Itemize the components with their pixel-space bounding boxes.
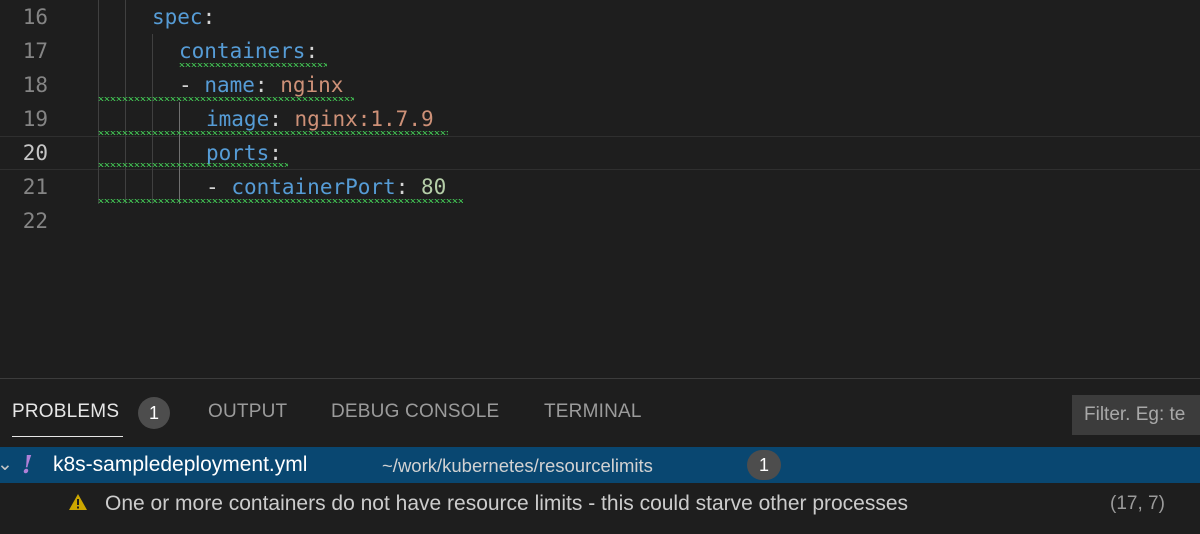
warning-icon xyxy=(69,494,87,510)
tab-output[interactable]: OUTPUT xyxy=(208,401,287,423)
indent-guide-active xyxy=(179,102,180,204)
panel-tabs: PROBLEMS 1 OUTPUT DEBUG CONSOLE TERMINAL… xyxy=(0,379,1200,447)
editor-line[interactable]: 22 xyxy=(0,204,1200,238)
warning-squiggle xyxy=(98,97,354,101)
problem-item[interactable]: One or more containers do not have resou… xyxy=(0,483,1200,523)
problems-count-badge: 1 xyxy=(138,397,170,429)
editor-line[interactable]: 16 spec: xyxy=(0,0,1200,34)
problem-file-row[interactable]: ⌄ ! k8s-sampledeployment.yml ~/work/kube… xyxy=(0,447,1200,483)
indent-guide xyxy=(98,0,99,204)
problem-location: (17, 7) xyxy=(1110,493,1165,514)
file-path: ~/work/kubernetes/resourcelimits xyxy=(382,455,653,476)
file-problem-count: 1 xyxy=(747,450,781,480)
code-editor[interactable]: 16 spec: 17 containers: 18 - name: nginx… xyxy=(0,0,1200,378)
warning-squiggle xyxy=(98,131,448,135)
chevron-down-icon[interactable]: ⌄ xyxy=(0,453,13,476)
warning-squiggle xyxy=(179,63,327,67)
problem-message: One or more containers do not have resou… xyxy=(105,492,909,515)
filter-input[interactable]: Filter. Eg: te xyxy=(1072,395,1200,435)
line-number: 22 xyxy=(22,209,48,233)
indent-guide xyxy=(152,34,153,204)
tab-debug-console[interactable]: DEBUG CONSOLE xyxy=(331,401,499,423)
active-tab-indicator xyxy=(12,436,123,437)
exclamation-icon: ! xyxy=(22,450,33,479)
indent-guide xyxy=(125,0,126,204)
line-number: 17 xyxy=(22,39,48,63)
file-name: k8s-sampledeployment.yml xyxy=(53,453,308,476)
line-number: 16 xyxy=(22,5,48,29)
warning-squiggle xyxy=(98,199,463,203)
line-number: 18 xyxy=(22,73,48,97)
tab-problems[interactable]: PROBLEMS xyxy=(12,401,119,423)
line-number: 21 xyxy=(22,175,48,199)
line-number: 19 xyxy=(22,107,48,131)
bottom-panel: PROBLEMS 1 OUTPUT DEBUG CONSOLE TERMINAL… xyxy=(0,378,1200,534)
line-number: 20 xyxy=(22,141,48,165)
warning-squiggle xyxy=(98,163,288,167)
code-text: spec: xyxy=(152,5,216,29)
tab-terminal[interactable]: TERMINAL xyxy=(544,401,642,423)
